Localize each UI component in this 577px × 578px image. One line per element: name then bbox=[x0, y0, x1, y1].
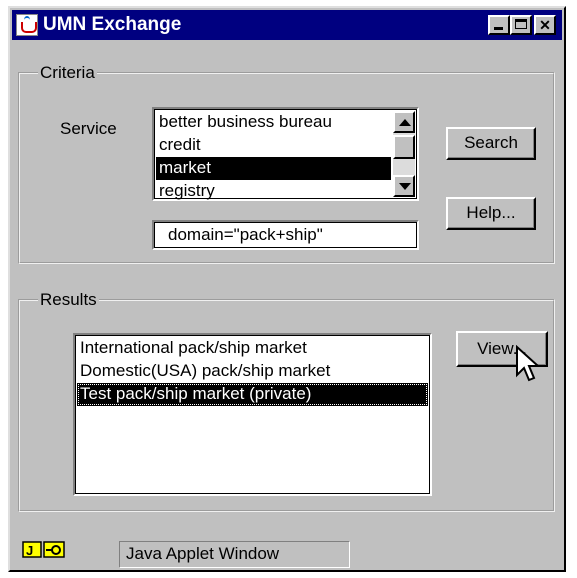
service-label: Service bbox=[60, 119, 117, 138]
svg-text:J: J bbox=[26, 543, 33, 558]
query-field-value: domain="pack+ship" bbox=[168, 225, 323, 244]
query-field[interactable]: domain="pack+ship" bbox=[152, 220, 419, 250]
results-list[interactable]: International pack/ship market Domestic(U… bbox=[73, 333, 432, 496]
service-option[interactable]: market bbox=[156, 157, 391, 180]
results-list-item[interactable]: Test pack/ship market (private) bbox=[77, 383, 428, 406]
mouse-pointer-icon bbox=[516, 345, 541, 382]
results-list-item[interactable]: International pack/ship market bbox=[77, 337, 428, 360]
help-button[interactable]: Help... bbox=[446, 197, 536, 230]
status-text: Java Applet Window bbox=[119, 541, 350, 568]
arrow-up-icon bbox=[399, 119, 411, 126]
key-icon bbox=[43, 541, 65, 558]
window-title: UMN Exchange bbox=[43, 14, 182, 35]
criteria-legend: Criteria bbox=[40, 63, 95, 82]
results-list-item[interactable]: Domestic(USA) pack/ship market bbox=[77, 360, 428, 383]
search-button[interactable]: Search bbox=[446, 127, 536, 160]
maximize-icon bbox=[515, 19, 527, 29]
scroll-up-button[interactable] bbox=[393, 111, 415, 133]
arrow-down-icon bbox=[399, 183, 411, 190]
results-legend: Results bbox=[40, 290, 97, 309]
title-bar[interactable]: UMN Exchange ✕ bbox=[12, 10, 562, 40]
service-option[interactable]: credit bbox=[156, 134, 391, 157]
service-list[interactable]: better business bureau credit market regist… bbox=[152, 107, 419, 201]
service-option[interactable]: registry bbox=[156, 180, 391, 203]
close-button[interactable]: ✕ bbox=[534, 15, 556, 35]
java-app-icon[interactable] bbox=[16, 14, 38, 36]
statusbar-icons: J bbox=[22, 541, 65, 558]
close-icon: ✕ bbox=[539, 17, 551, 33]
minimize-icon bbox=[494, 27, 503, 30]
java-icon: J bbox=[22, 541, 42, 558]
service-option[interactable]: better business bureau bbox=[156, 111, 391, 134]
scroll-thumb[interactable] bbox=[393, 135, 415, 159]
minimize-button[interactable] bbox=[488, 15, 510, 35]
maximize-button[interactable] bbox=[510, 15, 532, 35]
service-list-scrollbar[interactable] bbox=[393, 111, 415, 197]
scroll-down-button[interactable] bbox=[393, 175, 415, 197]
